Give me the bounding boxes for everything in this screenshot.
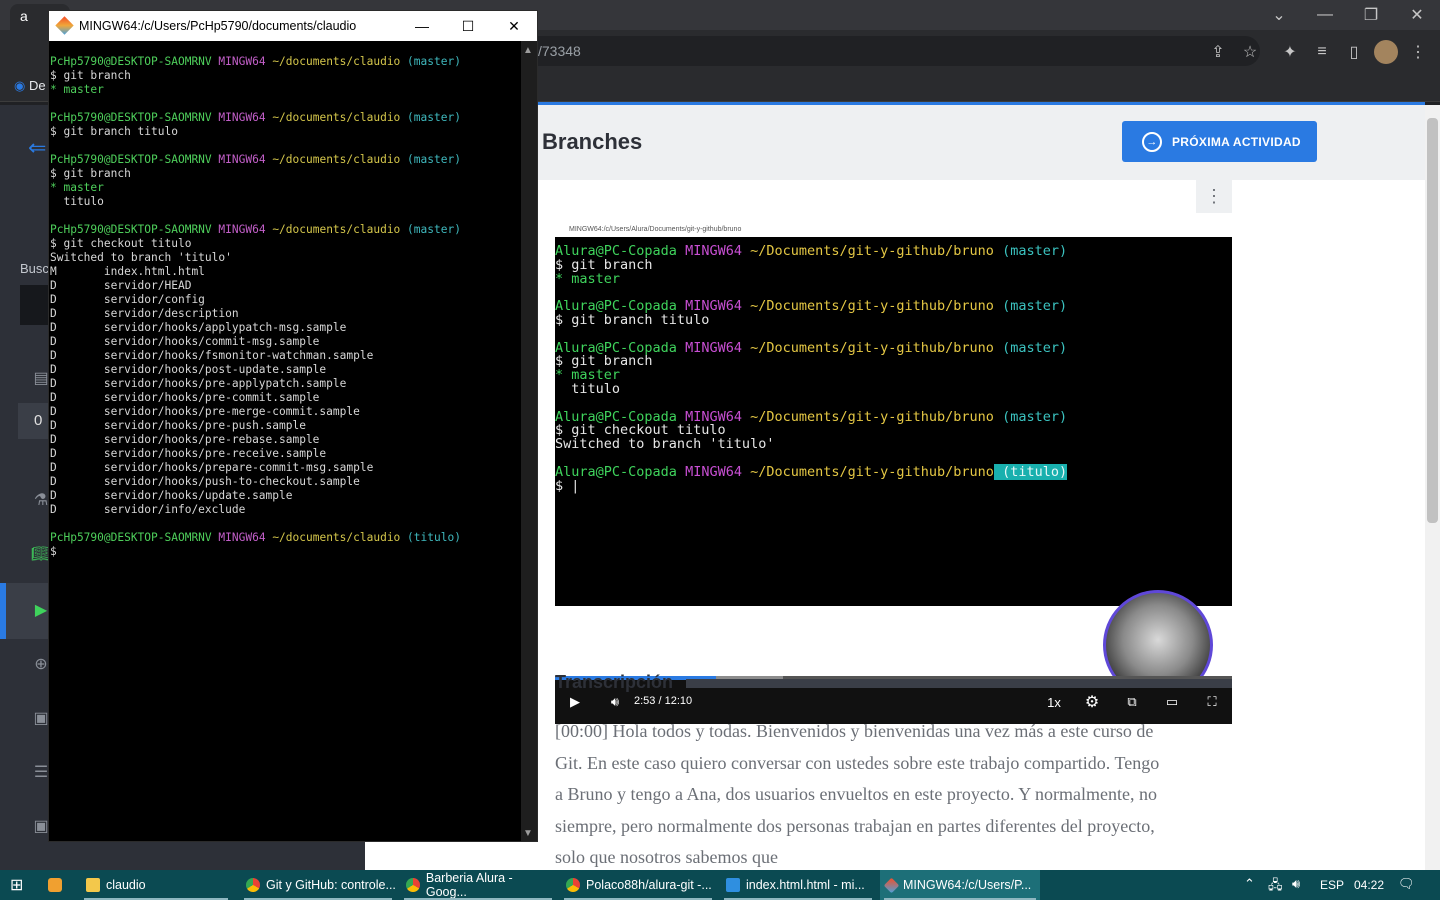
media-player-icon[interactable]: [42, 870, 72, 900]
taskbar-item-explorer[interactable]: claudio: [80, 870, 232, 900]
notifications-icon[interactable]: 🗨︎: [1398, 876, 1415, 892]
chevron-down-icon[interactable]: ⌄: [1256, 0, 1302, 30]
star-icon[interactable]: ☆: [1238, 40, 1262, 64]
git-bash-title: MINGW64:/c/Users/PcHp5790/documents/clau…: [79, 19, 357, 33]
taskbar-item-vscode[interactable]: index.html.html - mi...: [720, 870, 876, 900]
tab-title: a: [20, 8, 28, 24]
address-bar[interactable]: /73348: [520, 36, 1260, 66]
network-icon[interactable]: 🖧︎: [1268, 876, 1283, 898]
git-bash-window[interactable]: MINGW64:/c/Users/PcHp5790/documents/clau…: [48, 10, 538, 842]
minimize-icon[interactable]: —: [1302, 0, 1348, 30]
bookmark-label: De: [28, 78, 46, 93]
scroll-up-icon[interactable]: ▲: [523, 45, 533, 56]
url-text: /73348: [538, 43, 581, 59]
git-bash-scrollbar[interactable]: ▲ ▼: [521, 41, 537, 841]
search-input[interactable]: [20, 285, 50, 325]
playback-speed[interactable]: 1x: [1043, 690, 1065, 714]
settings-gear-icon[interactable]: ⚙: [1081, 690, 1103, 714]
bookmark-icon: ◉: [14, 78, 29, 93]
extensions-icon[interactable]: ✦: [1278, 40, 1302, 64]
taskbar-label: MINGW64:/c/Users/P...: [903, 878, 1032, 892]
taskbar-item-chrome-3[interactable]: Polaco88h/alura-git -...: [560, 870, 716, 900]
taskbar-label: index.html.html - mi...: [746, 878, 865, 892]
taskbar-item-chrome-1[interactable]: Git y GitHub: controle...: [240, 870, 396, 900]
vscode-icon: [726, 878, 740, 892]
transcript-text: [00:00] Hola todos y todas. Bienvenidos …: [555, 721, 1160, 867]
restore-icon[interactable]: ❐: [1348, 0, 1394, 30]
fullscreen-icon[interactable]: ⛶: [1201, 690, 1223, 714]
tray-chevron-icon[interactable]: ⌃: [1244, 876, 1255, 892]
git-bash-titlebar[interactable]: MINGW64:/c/Users/PcHp5790/documents/clau…: [49, 11, 537, 41]
volume-icon[interactable]: 🔊︎: [605, 690, 625, 714]
more-options-icon[interactable]: ⋮: [1196, 180, 1232, 213]
next-activity-button[interactable]: → PRÓXIMA ACTIVIDAD: [1122, 121, 1317, 162]
video-window-title: MINGW64:/c/Users/Alura/Documents/git-y-g…: [555, 223, 1232, 237]
close-icon[interactable]: ✕: [1394, 0, 1440, 30]
folder-icon: [86, 878, 100, 892]
transcript-divider: [686, 679, 1232, 688]
volume-tray-icon[interactable]: 🔊︎: [1292, 876, 1300, 892]
minimize-icon[interactable]: —: [399, 11, 445, 41]
page-title: Branches: [542, 129, 643, 154]
page-scrollbar-thumb[interactable]: [1427, 118, 1438, 523]
windows-taskbar: ⊞ claudio Git y GitHub: controle... Barb…: [0, 870, 1440, 900]
transcript-heading: Transcripción: [555, 672, 674, 692]
taskbar-label: Barberia Alura - Goog...: [425, 871, 513, 899]
arrow-right-icon: →: [1142, 131, 1162, 152]
share-icon[interactable]: ⇪: [1206, 40, 1230, 64]
language-indicator[interactable]: ESP: [1320, 878, 1344, 892]
media-icon[interactable]: ≡: [1310, 40, 1334, 64]
play-icon[interactable]: ▶: [567, 690, 583, 714]
taskbar-label: Git y GitHub: controle...: [266, 878, 396, 892]
video-time: 2:53 / 12:10: [634, 695, 693, 707]
video-player[interactable]: MINGW64:/c/Users/Alura/Documents/git-y-g…: [555, 223, 1232, 724]
lesson-number[interactable]: 0: [18, 403, 52, 439]
maximize-icon[interactable]: ☐: [445, 11, 491, 41]
taskbar-label: Polaco88h/alura-git -...: [586, 878, 712, 892]
kebab-menu-icon[interactable]: ⋮: [1406, 40, 1430, 64]
exit-course-icon[interactable]: ⇐: [28, 135, 46, 161]
next-activity-label: PRÓXIMA ACTIVIDAD: [1172, 134, 1301, 149]
chrome-icon: [566, 878, 580, 892]
taskbar-item-gitbash[interactable]: MINGW64:/c/Users/P...: [880, 870, 1040, 900]
chrome-icon: [246, 878, 260, 892]
sidepanel-icon[interactable]: ▯: [1342, 40, 1366, 64]
search-label: Busc: [20, 261, 49, 276]
git-bash-terminal[interactable]: PcHp5790@DESKTOP-SAOMRNV MINGW64 ~/docum…: [50, 55, 461, 559]
taskbar-label: claudio: [106, 878, 146, 892]
chrome-icon: [406, 878, 420, 892]
windows-start-icon[interactable]: ⊞: [4, 870, 34, 900]
git-bash-logo-icon: [55, 16, 74, 35]
clock[interactable]: 04:22: [1354, 878, 1384, 892]
taskbar-item-chrome-2[interactable]: Barberia Alura - Goog...: [400, 870, 556, 900]
bookmark-item[interactable]: ◉ De: [14, 78, 46, 94]
git-bash-icon: [883, 877, 900, 893]
picture-in-picture-icon[interactable]: ⧉: [1121, 690, 1143, 714]
close-icon[interactable]: ✕: [491, 11, 537, 41]
theater-mode-icon[interactable]: ▭: [1159, 690, 1185, 714]
profile-avatar[interactable]: [1374, 40, 1398, 64]
scroll-down-icon[interactable]: ▼: [523, 828, 533, 839]
video-terminal-content: Alura@PC-Copada MINGW64 ~/Documents/git-…: [555, 243, 1068, 494]
